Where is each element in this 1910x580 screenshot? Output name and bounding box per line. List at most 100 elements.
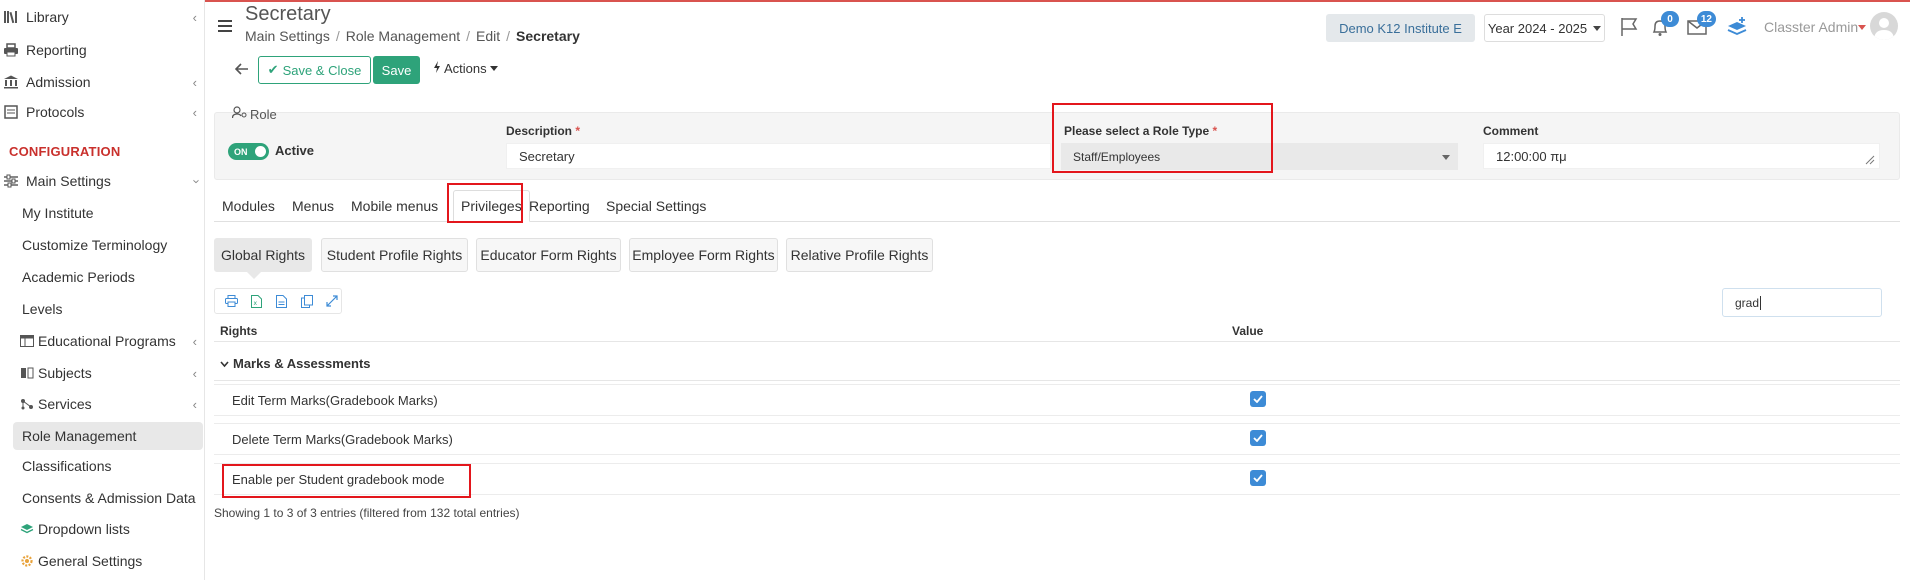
role-type-select[interactable]: Staff/Employees	[1061, 143, 1458, 170]
bank-icon	[2, 74, 20, 90]
comment-value: 12:00:00 πμ	[1496, 148, 1567, 164]
sidebar-item-general-settings[interactable]: General Settings	[0, 546, 205, 576]
year-label: Year 2024 - 2025	[1487, 20, 1588, 36]
year-selector-button[interactable]: Year 2024 - 2025	[1484, 14, 1605, 42]
expand-icon[interactable]	[322, 292, 341, 310]
comment-label: Comment	[1483, 124, 1539, 138]
chevron-left-icon: ‹	[192, 366, 197, 381]
sidebar-item-consents-admission-data[interactable]: Consents & Admission Data	[0, 483, 205, 513]
search-input[interactable]: grad	[1722, 288, 1882, 317]
sidebar-item-admission[interactable]: Admission ‹	[0, 67, 205, 97]
sidebar-item-role-management[interactable]: Role Management	[0, 421, 205, 451]
export-pdf-icon[interactable]	[272, 292, 291, 310]
toggle-text: ON	[234, 146, 248, 157]
export-excel-icon[interactable]: x	[247, 292, 266, 310]
column-header-value[interactable]: Value	[1232, 324, 1263, 338]
sidebar-item-main-settings[interactable]: Main Settings ‹	[0, 166, 205, 196]
active-label: Active	[275, 143, 315, 158]
resize-grip-icon[interactable]	[1865, 155, 1875, 165]
value-checkbox[interactable]	[1250, 470, 1266, 486]
value-checkbox[interactable]	[1250, 430, 1266, 446]
active-toggle[interactable]: ON	[228, 143, 269, 160]
subtab-global-rights[interactable]: Global Rights	[214, 238, 312, 272]
role-label-text: Role	[250, 106, 277, 122]
role-section-label: Role	[231, 106, 277, 122]
library-icon	[2, 9, 20, 25]
breadcrumb: Main Settings / Role Management / Edit /…	[245, 28, 580, 44]
save-close-button[interactable]: ✔ Save & Close	[258, 56, 371, 84]
tab-privileges[interactable]: Privileges	[453, 190, 530, 222]
save-button[interactable]: Save	[373, 56, 420, 84]
sidebar-item-protocols[interactable]: Protocols ‹	[0, 97, 205, 127]
breadcrumb-separator: /	[335, 28, 340, 44]
sidebar-item-educational-programs[interactable]: Educational Programs ‹	[0, 326, 205, 356]
actions-dropdown-button[interactable]: Actions	[433, 61, 498, 76]
sidebar-item-classifications[interactable]: Classifications	[0, 451, 205, 481]
user-key-icon	[231, 106, 247, 122]
sidebar-item-label: Subjects	[38, 365, 92, 381]
breadcrumb-main-settings[interactable]: Main Settings	[245, 28, 330, 44]
tab-modules[interactable]: Modules	[222, 190, 275, 222]
sidebar-item-customize-terminology[interactable]: Customize Terminology	[0, 230, 205, 260]
chevron-left-icon: ‹	[192, 10, 197, 25]
value-checkbox[interactable]	[1250, 391, 1266, 407]
comment-textarea[interactable]: 12:00:00 πμ	[1483, 143, 1880, 169]
breadcrumb-edit[interactable]: Edit	[476, 28, 500, 44]
back-arrow-button[interactable]	[230, 56, 254, 82]
user-name[interactable]: Classter Admin	[1764, 19, 1858, 35]
role-type-label: Please select a Role Type *	[1064, 124, 1217, 138]
sidebar-item-label: Admission	[26, 74, 91, 90]
sidebar-item-reporting[interactable]: Reporting	[0, 35, 205, 65]
sidebar-item-dropdown-lists[interactable]: Dropdown lists	[0, 514, 205, 544]
institute-selector-button[interactable]: Demo K12 Institute E	[1326, 14, 1475, 42]
messages-badge: 12	[1696, 11, 1716, 27]
notifications-bell-icon[interactable]: 0	[1649, 11, 1679, 38]
description-label-text: Description	[506, 124, 573, 138]
subtab-educator-form-rights[interactable]: Educator Form Rights	[476, 238, 621, 272]
sidebar-item-label: Dropdown lists	[38, 521, 130, 537]
column-header-rights[interactable]: Rights	[220, 324, 257, 338]
caret-down-icon[interactable]	[1858, 25, 1866, 30]
hamburger-menu-icon[interactable]	[218, 20, 232, 32]
breadcrumb-separator: /	[466, 28, 471, 44]
sliders-icon	[2, 173, 20, 189]
top-accent-line	[0, 0, 1910, 2]
tab-mobile-menus[interactable]: Mobile menus	[351, 190, 438, 222]
subtab-relative-profile-rights[interactable]: Relative Profile Rights	[786, 238, 933, 272]
chevron-down-icon	[220, 356, 229, 371]
breadcrumb-current: Secretary	[516, 28, 580, 44]
required-asterisk: *	[1212, 124, 1218, 138]
flag-icon[interactable]	[1618, 16, 1640, 38]
copy-icon[interactable]	[297, 292, 316, 310]
breadcrumb-role-management[interactable]: Role Management	[346, 28, 460, 44]
messages-envelope-icon[interactable]: 12	[1686, 11, 1716, 38]
group-row-marks-assessments[interactable]: Marks & Assessments	[220, 356, 371, 371]
subtab-employee-form-rights[interactable]: Employee Form Rights	[629, 238, 778, 272]
sidebar-item-label: My Institute	[22, 205, 94, 221]
layers-add-icon[interactable]	[1726, 16, 1748, 38]
actions-label: Actions	[444, 61, 487, 76]
sidebar-item-label: Consents & Admission Data	[22, 490, 196, 506]
tab-menus[interactable]: Menus	[292, 190, 334, 222]
sidebar-item-label: Classifications	[22, 458, 112, 474]
sidebar-item-my-institute[interactable]: My Institute	[0, 198, 205, 228]
tab-special-settings[interactable]: Special Settings	[606, 190, 706, 222]
sidebar-section-configuration: CONFIGURATION	[9, 144, 121, 159]
avatar[interactable]	[1870, 12, 1898, 40]
right-label: Delete Term Marks(Gradebook Marks)	[232, 432, 453, 447]
description-field[interactable]: Secretary	[506, 143, 1051, 169]
print-icon[interactable]	[222, 292, 241, 310]
chevron-left-icon: ‹	[192, 105, 197, 120]
sidebar-item-academic-periods[interactable]: Academic Periods	[0, 262, 205, 292]
arrow-left-icon	[235, 63, 248, 75]
sidebar-item-levels[interactable]: Levels	[0, 294, 205, 324]
header-divider	[214, 341, 1900, 342]
subtab-student-profile-rights[interactable]: Student Profile Rights	[321, 238, 468, 272]
tab-reporting[interactable]: Reporting	[529, 190, 590, 222]
sidebar-item-library[interactable]: Library ‹	[0, 2, 205, 32]
group-divider	[214, 380, 1900, 381]
role-type-label-text: Please select a Role Type	[1064, 124, 1210, 138]
toggle-knob	[255, 146, 266, 157]
sidebar-item-services[interactable]: Services ‹	[0, 389, 205, 419]
sidebar-item-subjects[interactable]: Subjects ‹	[0, 358, 205, 388]
